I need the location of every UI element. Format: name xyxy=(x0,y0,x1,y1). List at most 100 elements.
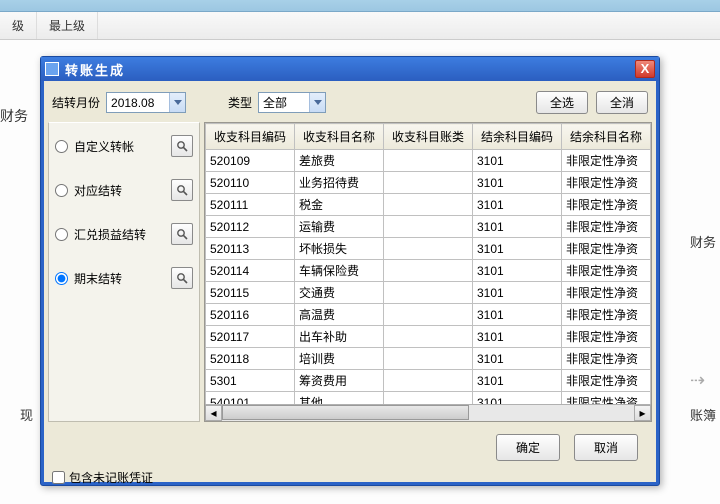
bg-menu-item[interactable]: 最上级 xyxy=(37,12,98,39)
deselect-all-button[interactable]: 全消 xyxy=(596,91,648,114)
table-cell[interactable]: 非限定性净资 xyxy=(562,260,651,282)
table-cell[interactable]: 3101 xyxy=(473,282,562,304)
select-all-button[interactable]: 全选 xyxy=(536,91,588,114)
scroll-thumb[interactable] xyxy=(222,405,469,420)
table-row[interactable]: 520112运输费 3101非限定性净资 xyxy=(206,216,651,238)
table-cell[interactable]: 3101 xyxy=(473,348,562,370)
table-row[interactable]: 520113坏帐损失 3101非限定性净资 xyxy=(206,238,651,260)
search-button[interactable] xyxy=(171,223,193,245)
table-cell[interactable]: 非限定性净资 xyxy=(562,194,651,216)
table-cell[interactable]: 非限定性净资 xyxy=(562,326,651,348)
table-cell[interactable]: 筹资费用 xyxy=(295,370,384,392)
table-cell[interactable] xyxy=(384,150,473,172)
col-header[interactable]: 收支科目名称 xyxy=(295,124,384,150)
scroll-track[interactable] xyxy=(222,405,634,421)
close-button[interactable]: X xyxy=(635,60,655,78)
table-row[interactable]: 520116高温费3101非限定性净资 xyxy=(206,304,651,326)
table-row[interactable]: 5301筹资费用 3101非限定性净资 xyxy=(206,370,651,392)
horizontal-scrollbar[interactable]: ◂ ▸ xyxy=(205,404,651,421)
table-cell[interactable]: 520110 xyxy=(206,172,295,194)
table-cell[interactable]: 520118 xyxy=(206,348,295,370)
col-header[interactable]: 收支科目编码 xyxy=(206,124,295,150)
dialog-titlebar[interactable]: 转账生成 X xyxy=(41,57,659,81)
table-cell[interactable] xyxy=(384,326,473,348)
table-cell[interactable]: 业务招待费 xyxy=(295,172,384,194)
table-row[interactable]: 520110业务招待费 3101非限定性净资 xyxy=(206,172,651,194)
radio-period-end-carryover[interactable]: 期末结转 xyxy=(55,267,199,289)
table-cell[interactable]: 520115 xyxy=(206,282,295,304)
table-cell[interactable]: 非限定性净资 xyxy=(562,304,651,326)
table-cell[interactable]: 520111 xyxy=(206,194,295,216)
table-cell[interactable]: 520112 xyxy=(206,216,295,238)
table-cell[interactable] xyxy=(384,238,473,260)
table-cell[interactable]: 非限定性净资 xyxy=(562,238,651,260)
bg-menu-item[interactable]: 级 xyxy=(0,12,37,39)
cancel-button[interactable]: 取消 xyxy=(574,434,638,461)
table-cell[interactable] xyxy=(384,172,473,194)
period-value[interactable] xyxy=(107,93,169,112)
table-row[interactable]: 520118培训费 3101非限定性净资 xyxy=(206,348,651,370)
table-cell[interactable]: 520109 xyxy=(206,150,295,172)
table-row[interactable]: 520109差旅费 3101非限定性净资 xyxy=(206,150,651,172)
search-button[interactable] xyxy=(171,179,193,201)
table-cell[interactable] xyxy=(384,194,473,216)
table-cell[interactable]: 非限定性净资 xyxy=(562,216,651,238)
ok-button[interactable]: 确定 xyxy=(496,434,560,461)
radio-input[interactable] xyxy=(55,140,68,153)
table-cell[interactable]: 3101 xyxy=(473,194,562,216)
radio-corresponding-carryover[interactable]: 对应结转 xyxy=(55,179,199,201)
radio-input[interactable] xyxy=(55,184,68,197)
table-cell[interactable]: 非限定性净资 xyxy=(562,370,651,392)
radio-exchange-carryover[interactable]: 汇兑损益结转 xyxy=(55,223,199,245)
col-header[interactable]: 结余科目编码 xyxy=(473,124,562,150)
table-cell[interactable] xyxy=(384,304,473,326)
include-unposted-checkbox[interactable] xyxy=(52,471,65,484)
table-cell[interactable] xyxy=(384,260,473,282)
radio-custom-transfer[interactable]: 自定义转帐 xyxy=(55,135,199,157)
table-cell[interactable]: 3101 xyxy=(473,260,562,282)
table-cell[interactable]: 520114 xyxy=(206,260,295,282)
table-cell[interactable]: 3101 xyxy=(473,172,562,194)
table-cell[interactable]: 非限定性净资 xyxy=(562,172,651,194)
table-row[interactable]: 520115交通费 3101非限定性净资 xyxy=(206,282,651,304)
table-cell[interactable] xyxy=(384,348,473,370)
table-cell[interactable]: 5301 xyxy=(206,370,295,392)
table-cell[interactable]: 3101 xyxy=(473,370,562,392)
type-combo[interactable] xyxy=(258,92,326,113)
col-header[interactable]: 收支科目账类 xyxy=(384,124,473,150)
scroll-right-icon[interactable]: ▸ xyxy=(634,405,651,421)
table-cell[interactable]: 交通费 xyxy=(295,282,384,304)
radio-input[interactable] xyxy=(55,272,68,285)
table-cell[interactable]: 非限定性净资 xyxy=(562,150,651,172)
table-row[interactable]: 520114车辆保险费 3101非限定性净资 xyxy=(206,260,651,282)
search-button[interactable] xyxy=(171,135,193,157)
table-cell[interactable]: 差旅费 xyxy=(295,150,384,172)
table-cell[interactable] xyxy=(384,282,473,304)
search-button[interactable] xyxy=(171,267,193,289)
table-cell[interactable]: 520116 xyxy=(206,304,295,326)
table-cell[interactable]: 培训费 xyxy=(295,348,384,370)
table-cell[interactable]: 坏帐损失 xyxy=(295,238,384,260)
table-cell[interactable] xyxy=(384,216,473,238)
table-cell[interactable]: 3101 xyxy=(473,238,562,260)
table-cell[interactable]: 520113 xyxy=(206,238,295,260)
table-cell[interactable]: 3101 xyxy=(473,150,562,172)
table-cell[interactable]: 3101 xyxy=(473,326,562,348)
table-row[interactable]: 520111税金3101非限定性净资 xyxy=(206,194,651,216)
table-cell[interactable]: 车辆保险费 xyxy=(295,260,384,282)
include-unposted-row[interactable]: 包含未记账凭证 xyxy=(44,467,656,486)
table-cell[interactable]: 出车补助 xyxy=(295,326,384,348)
chevron-down-icon[interactable] xyxy=(309,93,325,112)
table-row[interactable]: 520117出车补助3101非限定性净资 xyxy=(206,326,651,348)
table-cell[interactable]: 运输费 xyxy=(295,216,384,238)
table-cell[interactable]: 3101 xyxy=(473,216,562,238)
col-header[interactable]: 结余科目名称 xyxy=(562,124,651,150)
type-value[interactable] xyxy=(259,93,309,112)
table-cell[interactable]: 非限定性净资 xyxy=(562,348,651,370)
account-table[interactable]: 收支科目编码 收支科目名称 收支科目账类 结余科目编码 结余科目名称 52010… xyxy=(205,123,651,422)
table-cell[interactable]: 非限定性净资 xyxy=(562,282,651,304)
scroll-left-icon[interactable]: ◂ xyxy=(205,405,222,421)
table-cell[interactable]: 高温费 xyxy=(295,304,384,326)
table-cell[interactable] xyxy=(384,370,473,392)
period-combo[interactable] xyxy=(106,92,186,113)
